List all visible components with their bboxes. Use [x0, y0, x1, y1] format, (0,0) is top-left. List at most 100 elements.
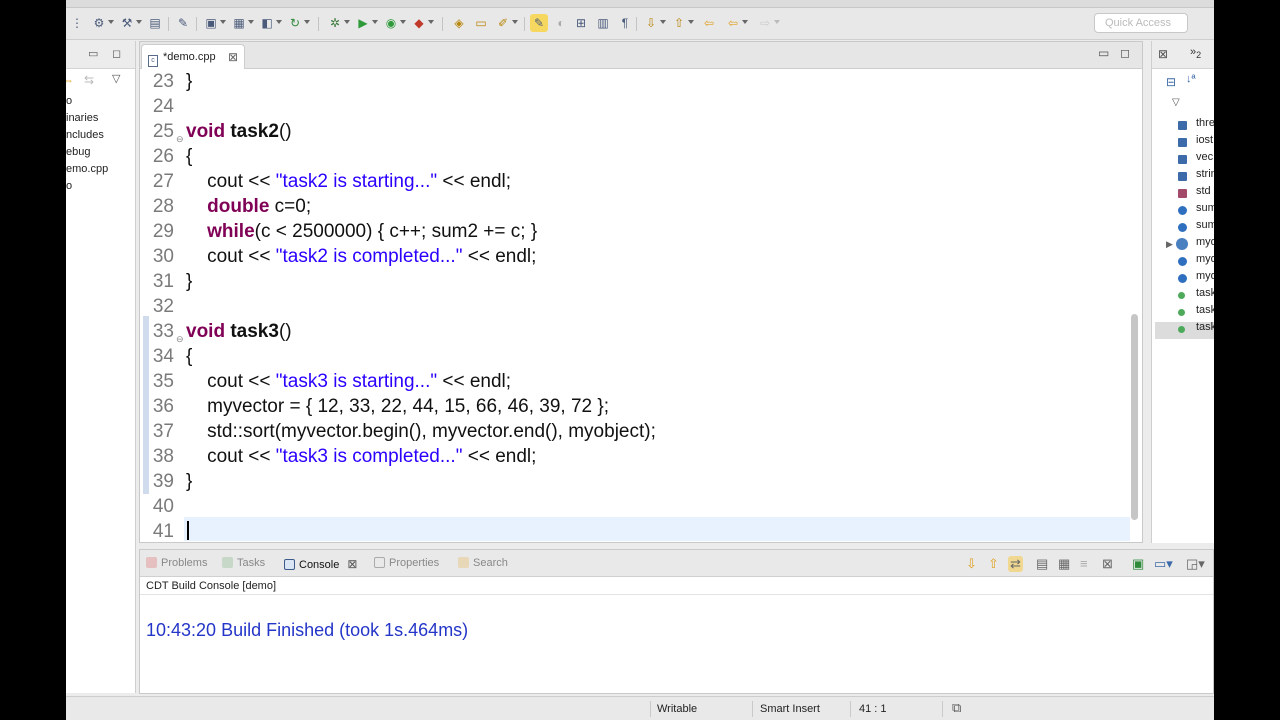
more-views-button[interactable]: »2: [1190, 46, 1201, 60]
tab-problems[interactable]: Problems: [146, 557, 207, 569]
scroll-up-icon[interactable]: ⇧: [988, 556, 999, 572]
code-line: 31}: [152, 271, 193, 292]
debug-icon[interactable]: ✲: [326, 14, 344, 32]
tree-item-includes[interactable]: ncludes: [66, 129, 104, 141]
prev-annotation-dropdown-icon[interactable]: [688, 20, 694, 24]
scroll-lock-icon[interactable]: ⇄: [1008, 556, 1023, 572]
minimize-icon[interactable]: ▭: [88, 47, 98, 60]
code-line: 29 while(c < 2500000) { c++; sum2 += c; …: [152, 221, 538, 242]
clear-console-icon[interactable]: ≡: [1080, 556, 1088, 571]
display-selected-icon[interactable]: ▣: [1132, 556, 1144, 572]
maximize-icon[interactable]: ◻: [112, 47, 121, 60]
library-icon[interactable]: ▤: [146, 14, 164, 32]
tree-item-demo-cpp[interactable]: emo.cpp: [66, 163, 108, 175]
close-console-icon[interactable]: ⊠: [347, 557, 357, 571]
view-menu-icon[interactable]: ▽: [112, 72, 120, 85]
hammer-dropdown-icon[interactable]: [136, 20, 142, 24]
tree-item-debug[interactable]: ebug: [66, 146, 90, 158]
outline-item[interactable]: thre: [1196, 117, 1214, 134]
tab-properties[interactable]: Properties: [374, 557, 439, 569]
external-tools-icon[interactable]: ◆: [410, 14, 428, 32]
tree-item-project[interactable]: o: [66, 95, 72, 107]
paragraph-icon[interactable]: ¶: [616, 14, 634, 32]
profile-icon[interactable]: ◉: [382, 14, 400, 32]
forward-dropdown-icon[interactable]: [774, 20, 780, 24]
close-tab-icon[interactable]: ⊠: [228, 50, 238, 64]
highlight-icon[interactable]: ✎: [530, 14, 548, 32]
quick-access-input[interactable]: Quick Access: [1094, 13, 1188, 33]
build-icon[interactable]: ⚙: [90, 14, 108, 32]
forward-icon[interactable]: ⇨: [756, 14, 774, 32]
new-class-icon[interactable]: ◧: [258, 14, 276, 32]
outline-item[interactable]: task: [1196, 304, 1214, 321]
refresh-dropdown-icon[interactable]: [304, 20, 310, 24]
remove-launch-icon[interactable]: ⊠: [1102, 556, 1113, 572]
outline-tab-icon[interactable]: ⊠: [1158, 47, 1168, 61]
editor-maximize-icon[interactable]: ◻: [1120, 46, 1130, 60]
back-history-icon[interactable]: ⇦: [724, 14, 742, 32]
outline-item[interactable]: myo: [1196, 270, 1214, 287]
external-tools-dropdown-icon[interactable]: [428, 20, 434, 24]
build-dropdown-icon[interactable]: [108, 20, 114, 24]
collapse-all-icon[interactable]: ⇔: [66, 73, 74, 87]
search-tool-dropdown-icon[interactable]: [512, 20, 518, 24]
refresh-icon[interactable]: ↻: [286, 14, 304, 32]
editor-minimize-icon[interactable]: ▭: [1098, 46, 1109, 60]
insert-mode-status[interactable]: Smart Insert: [760, 703, 820, 715]
next-annotation-icon[interactable]: ⇩: [642, 14, 660, 32]
toggle-mark-icon[interactable]: ◐: [552, 14, 570, 32]
scroll-down-icon[interactable]: ⇩: [966, 556, 977, 572]
prev-annotation-icon[interactable]: ⇧: [670, 14, 688, 32]
tab-search[interactable]: Search: [458, 557, 508, 569]
link-editor-icon[interactable]: ⇆: [84, 73, 94, 87]
sort-icon[interactable]: ↓ª: [1186, 73, 1196, 85]
run-dropdown-icon[interactable]: [372, 20, 378, 24]
back-icon[interactable]: ⇦: [700, 14, 718, 32]
outline-item[interactable]: myo: [1196, 236, 1214, 253]
new-folder-icon[interactable]: ▦: [230, 14, 248, 32]
outline-menu-icon[interactable]: ▽: [1172, 97, 1180, 108]
toolbar-grip-icon: ⋮: [71, 16, 83, 30]
open-console-icon[interactable]: ▭▾: [1154, 556, 1173, 572]
expand-arrow-icon[interactable]: ▶: [1166, 239, 1173, 250]
show-whitespace-icon[interactable]: ▥: [594, 14, 612, 32]
back-dropdown-icon[interactable]: [742, 20, 748, 24]
outline-item[interactable]: task: [1196, 321, 1214, 338]
run-icon[interactable]: ▶: [354, 14, 372, 32]
hammer-icon[interactable]: ⚒: [118, 14, 136, 32]
pin-console-icon[interactable]: ▤: [1036, 556, 1048, 572]
open-type-icon[interactable]: ◈: [450, 14, 468, 32]
next-annotation-dropdown-icon[interactable]: [660, 20, 666, 24]
block-select-icon[interactable]: ⊞: [572, 14, 590, 32]
tree-item-binaries[interactable]: inaries: [66, 112, 98, 124]
search-tool-icon[interactable]: ✐: [494, 14, 512, 32]
outline-item[interactable]: task: [1196, 287, 1214, 304]
outline-item[interactable]: sum: [1196, 219, 1214, 236]
tab-demo-cpp[interactable]: c *demo.cpp ⊠: [141, 44, 245, 69]
tab-console[interactable]: Console ⊠: [284, 557, 357, 571]
new-folder-dropdown-icon[interactable]: [248, 20, 254, 24]
code-area[interactable]: 23} 24 25 ⊖ void task2() 26{ 27 cout << "t…: [140, 69, 1130, 543]
new-project-dropdown-icon[interactable]: [220, 20, 226, 24]
debug-tool-icon[interactable]: ✎: [174, 14, 192, 32]
new-project-icon[interactable]: ▣: [202, 14, 220, 32]
include-icon: [1178, 172, 1187, 181]
tab-tasks[interactable]: Tasks: [222, 557, 265, 569]
outline-item[interactable]: myo: [1196, 253, 1214, 270]
word-wrap-icon[interactable]: ▦: [1058, 556, 1070, 572]
outline-item[interactable]: sum: [1196, 202, 1214, 219]
editor-vertical-scrollbar[interactable]: [1131, 314, 1138, 520]
debug-dropdown-icon[interactable]: [344, 20, 350, 24]
progress-icon[interactable]: ⧉: [952, 700, 961, 716]
new-console-icon[interactable]: ◲▾: [1186, 556, 1205, 572]
outline-item[interactable]: iost: [1196, 134, 1214, 151]
profile-dropdown-icon[interactable]: [400, 20, 406, 24]
outline-panel: ⊠ »2 ⊟ ↓ª ▽ thre iost vec strin std sum …: [1151, 41, 1214, 543]
collapse-icon[interactable]: ⊟: [1166, 75, 1176, 89]
outline-item[interactable]: std: [1196, 185, 1214, 202]
new-class-dropdown-icon[interactable]: [276, 20, 282, 24]
open-element-icon[interactable]: ▭: [472, 14, 490, 32]
outline-item[interactable]: vec: [1196, 151, 1214, 168]
outline-item[interactable]: strin: [1196, 168, 1214, 185]
tree-item-other[interactable]: o: [66, 180, 72, 192]
